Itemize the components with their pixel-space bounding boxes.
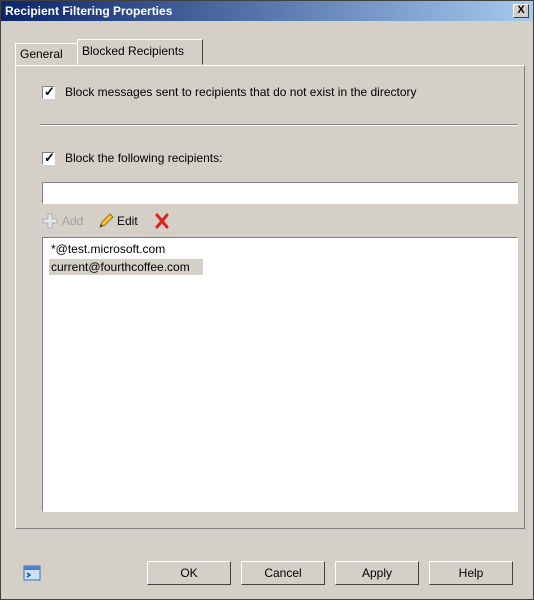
block-following-checkbox[interactable]: ✓ (42, 150, 55, 165)
recipient-input[interactable] (42, 182, 518, 204)
apply-button[interactable]: Apply (335, 561, 419, 585)
block-nonexistent-checkbox[interactable]: ✓ (42, 84, 55, 99)
add-button[interactable]: Add (42, 212, 92, 230)
tab-general[interactable]: General (15, 43, 83, 65)
checkmark-icon: ✓ (44, 84, 55, 99)
window-title: Recipient Filtering Properties (5, 4, 173, 18)
edit-label: Edit (117, 214, 138, 228)
button-bar: OK Cancel Apply Help (1, 547, 533, 599)
tab-blocked-recipients[interactable]: Blocked Recipients (77, 39, 203, 65)
block-nonexistent-label: Block messages sent to recipients that d… (65, 85, 417, 99)
ok-button[interactable]: OK (147, 561, 231, 585)
list-item-selected[interactable]: current@fourthcoffee.com (49, 259, 203, 275)
title-bar[interactable]: Recipient Filtering Properties X (1, 1, 533, 21)
help-button[interactable]: Help (429, 561, 513, 585)
delete-button[interactable] (154, 212, 172, 230)
tab-panel: ✓ Block messages sent to recipients that… (15, 65, 525, 529)
separator (40, 124, 518, 126)
add-label: Add (62, 214, 84, 228)
edit-button[interactable]: Edit (98, 212, 148, 230)
cancel-button[interactable]: Cancel (241, 561, 325, 585)
block-following-label: Block the following recipients: (65, 151, 223, 165)
console-icon (23, 565, 41, 581)
pencil-icon (99, 213, 114, 228)
add-icon (42, 213, 58, 229)
close-button[interactable]: X (513, 4, 529, 18)
list-item[interactable]: *@test.microsoft.com (49, 241, 167, 257)
properties-dialog: Recipient Filtering Properties X General… (0, 0, 534, 600)
delete-icon (155, 213, 169, 229)
checkmark-icon: ✓ (44, 150, 55, 165)
recipient-list[interactable]: *@test.microsoft.com current@fourthcoffe… (42, 237, 518, 512)
